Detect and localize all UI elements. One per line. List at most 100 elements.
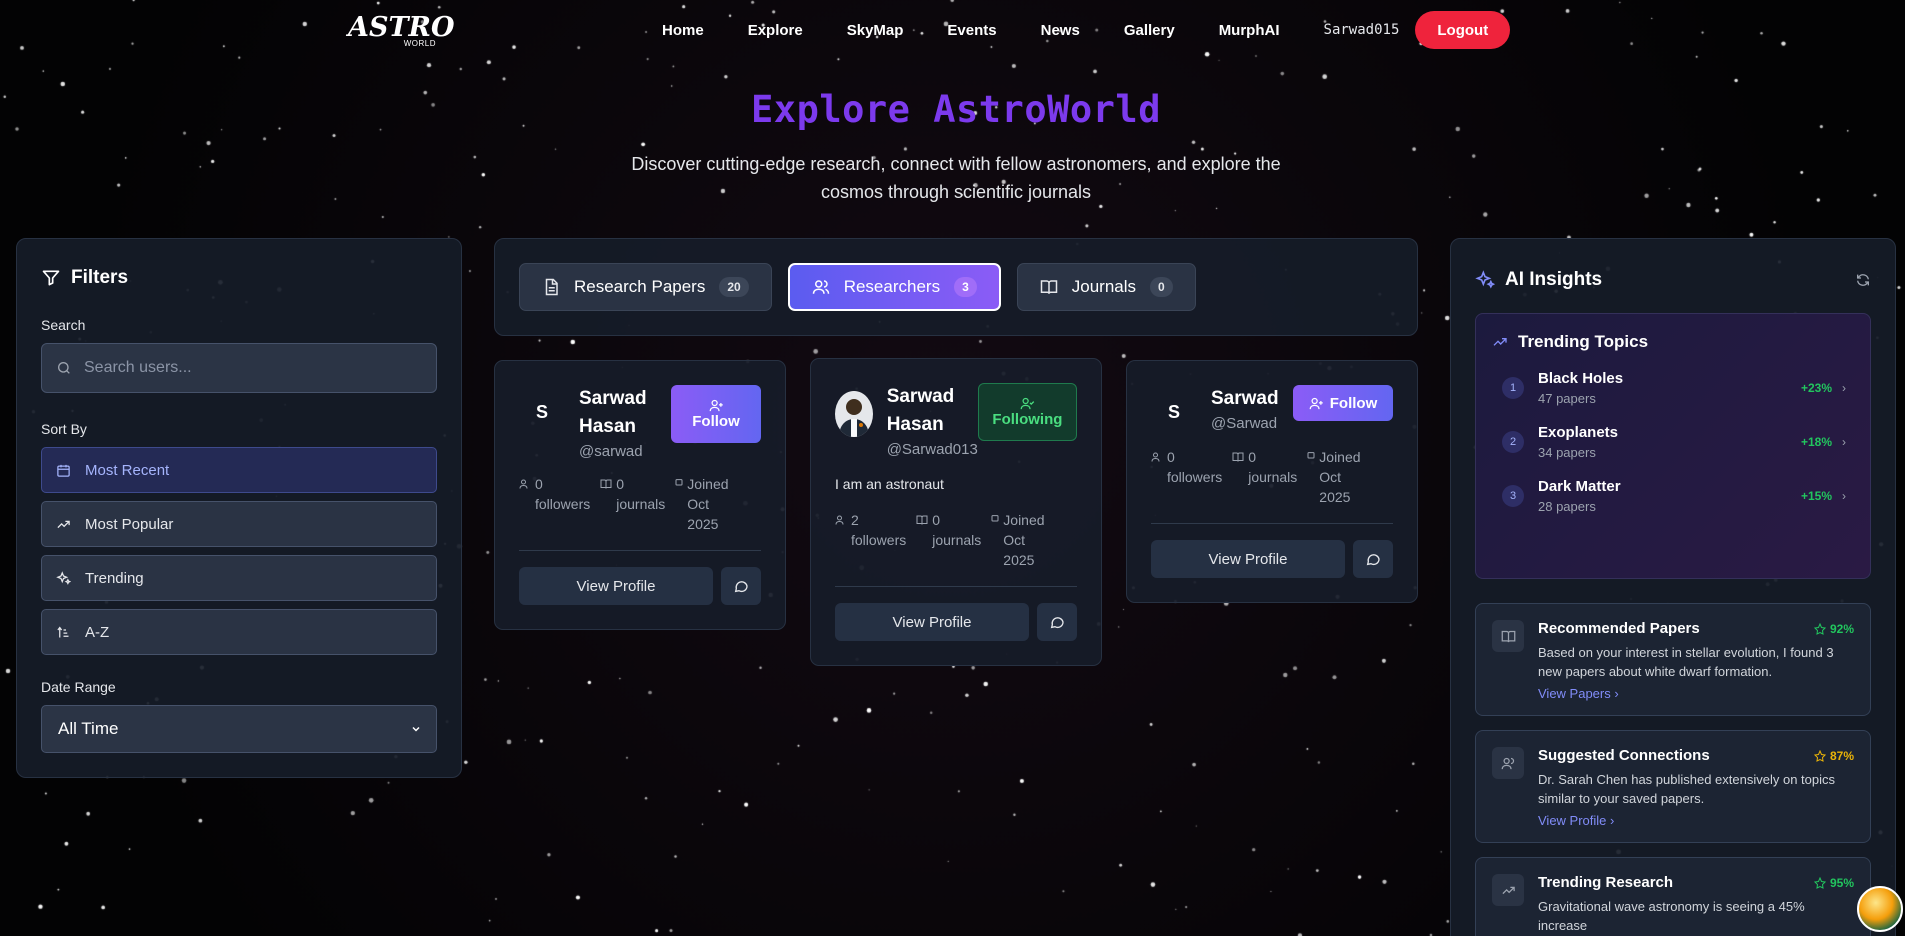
topic-name: Exoplanets (1538, 424, 1619, 441)
username[interactable]: Sarwad015 (1324, 22, 1400, 38)
insight-score: 87% (1829, 748, 1854, 763)
researcher-card: Sarwad Hasan @Sarwad013 Following I am a… (810, 358, 1102, 666)
page-subtitle: Discover cutting-edge research, connect … (631, 154, 1281, 202)
tab-count-badge: 20 (719, 277, 749, 297)
topic-papers: 47 papers (1538, 391, 1596, 406)
topic-name: Black Holes (1538, 370, 1624, 387)
users-icon (812, 280, 829, 294)
follow-label: Follow (1329, 394, 1378, 412)
nav-skymap[interactable]: SkyMap (847, 22, 904, 39)
researcher-name[interactable]: Sarwad Hasan (887, 383, 978, 439)
user-check-icon (1020, 397, 1035, 410)
star-icon (1813, 876, 1826, 889)
sparkles-icon (1475, 270, 1495, 289)
sort-label: Sort By (41, 421, 87, 437)
researcher-name[interactable]: Sarwad Hasan (579, 385, 671, 441)
joined-stat: Joined Oct 2025 (675, 474, 743, 534)
view-profile-button[interactable]: View Profile (519, 567, 713, 605)
search-box (41, 343, 437, 393)
following-label: Following (992, 411, 1063, 428)
message-button[interactable] (1353, 540, 1393, 578)
tab-researchers[interactable]: Researchers 3 (787, 263, 1001, 311)
book-icon (1232, 452, 1244, 462)
following-button[interactable]: Following (977, 383, 1077, 441)
nav-news[interactable]: News (1041, 22, 1080, 39)
date-range-value: All Time (58, 719, 119, 738)
sort-a-z[interactable]: A-Z (41, 609, 437, 655)
topic-growth: +23% (1800, 381, 1832, 395)
document-icon (545, 278, 558, 296)
topic-papers: 28 papers (1538, 499, 1596, 514)
tab-journals[interactable]: Journals 0 (1016, 263, 1196, 311)
trending-topic-item[interactable]: 3 Dark Matter 28 papers +15% › (1492, 478, 1854, 514)
researcher-name[interactable]: Sarwad (1211, 385, 1293, 413)
joined-stat: Joined Oct 2025 (1307, 447, 1375, 507)
user-plus-icon (709, 399, 723, 412)
researcher-bio: I am an astronaut (835, 476, 944, 492)
insight-title: Trending Research (1538, 874, 1674, 891)
view-profile-link[interactable]: View Profile › (1538, 813, 1854, 828)
insight-title: Recommended Papers (1538, 620, 1700, 637)
nav-events[interactable]: Events (947, 22, 996, 39)
message-button[interactable] (1037, 603, 1077, 641)
avatar (835, 391, 873, 437)
sort-most-popular[interactable]: Most Popular (41, 501, 437, 547)
astronaut-avatar-icon (835, 391, 873, 437)
page-title: Explore AstroWorld (751, 88, 1161, 131)
view-profile-button[interactable]: View Profile (1151, 540, 1345, 578)
message-circle-icon (734, 581, 748, 593)
book-icon (1501, 630, 1515, 642)
logo-subtext: WORLD (403, 39, 436, 48)
sort-label-text: A-Z (85, 623, 110, 641)
logout-button[interactable]: Logout (1415, 11, 1511, 49)
followers-label: followers (1167, 469, 1223, 485)
researcher-card: S Sarwad @Sarwad Follow 0 followers 0 jour… (1126, 360, 1418, 603)
followers-label: followers (535, 496, 591, 512)
content-tabs: Research Papers 20 Researchers 3 Journal… (494, 238, 1418, 336)
researcher-handle: @Sarwad013 (886, 441, 978, 458)
view-papers-link[interactable]: View Papers › (1538, 686, 1854, 701)
message-circle-icon (1050, 617, 1064, 629)
journals-stat: 0 journals (600, 474, 665, 534)
trending-topic-item[interactable]: 1 Black Holes 47 papers +23% › (1492, 370, 1854, 406)
journals-count: 0 (616, 476, 625, 492)
date-range-select[interactable]: All Time (41, 705, 437, 753)
follow-button[interactable]: Follow (1293, 385, 1393, 421)
topic-rank: 3 (1502, 485, 1524, 507)
trending-up-icon (57, 520, 70, 528)
tab-label: Research Papers (574, 277, 706, 296)
nav-murphai[interactable]: MurphAI (1219, 22, 1280, 39)
nav-home[interactable]: Home (662, 22, 704, 39)
filters-title: Filters (71, 267, 129, 288)
sort-label-text: Most Recent (85, 461, 170, 479)
filter-icon (42, 270, 60, 286)
top-navigation: Home Explore SkyMap Events News Gallery … (640, 10, 1511, 50)
nav-explore[interactable]: Explore (748, 22, 803, 39)
journals-label: journals (1248, 469, 1298, 485)
sort-trending[interactable]: Trending (41, 555, 437, 601)
view-profile-button[interactable]: View Profile (835, 603, 1029, 641)
tab-research-papers[interactable]: Research Papers 20 (519, 263, 772, 311)
search-input[interactable] (84, 359, 436, 377)
journals-count: 0 (1248, 449, 1257, 465)
follow-button[interactable]: Follow (671, 385, 761, 443)
joined-stat: Joined Oct 2025 (991, 510, 1059, 570)
users-icon (1151, 452, 1160, 462)
journals-label: journals (616, 496, 666, 512)
topic-rank: 1 (1502, 377, 1524, 399)
nav-gallery[interactable]: Gallery (1124, 22, 1175, 39)
users-icon (835, 515, 844, 525)
sort-most-recent[interactable]: Most Recent (41, 447, 437, 493)
message-button[interactable] (721, 567, 761, 605)
avatar: S (535, 401, 548, 422)
trending-topic-item[interactable]: 2 Exoplanets 34 papers +18% › (1492, 424, 1854, 460)
refresh-icon[interactable] (1855, 272, 1871, 288)
astroworld-logo[interactable]: ASTRO WORLD (348, 14, 455, 49)
chevron-right-icon: › (1842, 435, 1846, 449)
sort-label-text: Trending (85, 569, 144, 587)
assistant-orb-button[interactable] (1857, 886, 1903, 932)
tab-count-badge: 3 (954, 277, 977, 297)
followers-stat: 2 followers (835, 510, 906, 570)
tab-count-badge: 0 (1150, 277, 1173, 297)
book-icon (916, 515, 928, 525)
